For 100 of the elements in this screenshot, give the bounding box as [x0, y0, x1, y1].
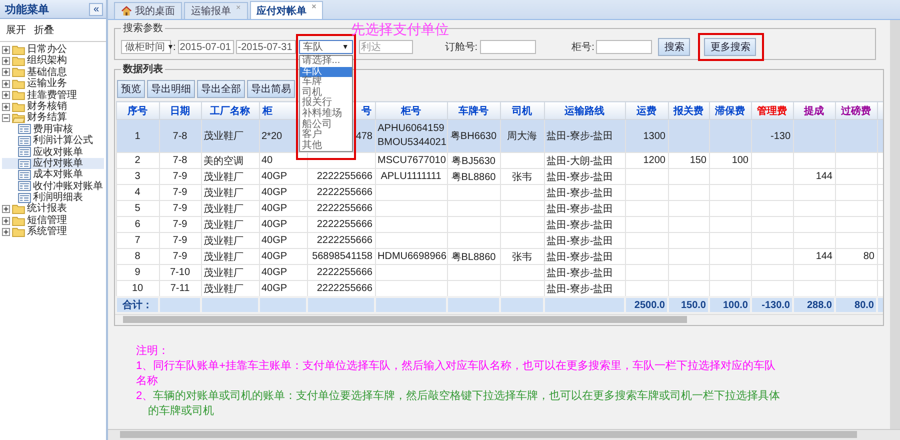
table-row[interactable]: 6 7-9 茂业鞋厂 40GP 2222255666 盐田-寮步-盐田	[116, 216, 883, 232]
column-header[interactable]: 柜号	[401, 106, 421, 116]
table-cell: 2222255666	[316, 219, 372, 230]
table-row[interactable]: 9 7-10 茂业鞋厂 40GP 2222255666 盐田-寮步-盐田	[116, 264, 883, 280]
expander-icon[interactable]	[2, 114, 10, 122]
expander-icon[interactable]	[2, 102, 10, 111]
column-header[interactable]: 柜	[262, 106, 272, 116]
form-icon	[18, 147, 31, 158]
table-cell: 盐田-大朗-盐田	[546, 156, 614, 166]
tree-item[interactable]: 短信管理	[2, 214, 104, 226]
tab[interactable]: 运输报单 ×	[184, 2, 248, 19]
folder-icon	[12, 67, 25, 78]
table-cell: 1	[134, 130, 140, 142]
collapse-button[interactable]: «	[89, 2, 103, 16]
table-row[interactable]: 3 7-9 茂业鞋厂 40GP 2222255666 APLU1111111 粤BL8860 张韦 盐田-寮步-盐田 144	[116, 168, 883, 184]
table-cell: 2*20	[262, 130, 282, 142]
toolbar-button[interactable]: 导出简易	[247, 80, 295, 98]
more-search-button[interactable]: 更多搜索	[704, 38, 756, 56]
tree-item[interactable]: 基础信息	[2, 66, 104, 78]
tree-item[interactable]: 组织架构	[2, 55, 104, 67]
tree-item[interactable]: 收付冲账对账单	[2, 180, 104, 192]
date-field[interactable]: -2015-07-31	[236, 40, 296, 54]
table-cell: 周大海	[507, 131, 537, 142]
annotation-text: 先选择支付单位	[350, 21, 449, 39]
column-header[interactable]: 号	[362, 106, 372, 116]
tree-action-link[interactable]: 展开	[6, 23, 26, 37]
horizontal-scrollbar[interactable]	[115, 314, 883, 325]
tree-item[interactable]: 费用审核	[2, 124, 104, 136]
table-row[interactable]: 2 7-8 美的空调 40 MSCU7677010 粤BJ5630 盐田-大朗-盐田 1200 150 100	[116, 152, 883, 168]
dropdown-option[interactable]: 请选择...	[300, 56, 352, 67]
tree-item[interactable]: 运输业务	[2, 78, 104, 90]
section-legend: 数据列表	[121, 62, 165, 76]
table-cell: 茂业鞋厂	[204, 131, 244, 142]
table-row[interactable]: 5 7-9 茂业鞋厂 40GP 2222255666 盐田-寮步-盐田	[116, 200, 883, 216]
tree-action-link[interactable]: 折叠	[34, 23, 54, 37]
highlight-frame	[698, 33, 764, 61]
table-cell: 7	[134, 235, 140, 246]
container-field[interactable]	[596, 40, 652, 54]
tree-item[interactable]: 挂靠费管理	[2, 90, 104, 101]
table-row[interactable]: 7 7-9 茂业鞋厂 40GP 2222255666 盐田-寮步-盐田	[116, 232, 883, 248]
tree-item[interactable]: 财务核销	[2, 100, 104, 112]
table-cell: 1300	[643, 130, 666, 142]
table-cell: 150	[690, 155, 706, 166]
table-cell: 盐田-寮步-盐田	[546, 236, 614, 246]
table-cell: 2222255666	[316, 235, 372, 246]
total-cell: 2500.0	[634, 300, 665, 310]
expander-icon[interactable]	[2, 46, 10, 54]
table-cell: 茂业鞋厂	[204, 252, 244, 262]
total-label: 合计：	[122, 300, 152, 311]
dropdown-option[interactable]: 客户	[300, 130, 352, 141]
dropdown-option[interactable]: 报关行	[300, 98, 352, 109]
tab[interactable]: 我的桌面	[114, 2, 182, 19]
expander-icon[interactable]	[2, 205, 10, 214]
tab[interactable]: 应付对帐单 ×	[250, 1, 324, 19]
dropdown-option[interactable]: 其他	[300, 140, 352, 152]
table-cell: 5	[134, 203, 140, 214]
table-cell: 2222255666	[316, 171, 372, 182]
tree-item[interactable]: 系统管理	[2, 226, 104, 238]
tree-item[interactable]: 利润明细表	[2, 192, 104, 204]
tree-item[interactable]: 应付对账单	[2, 158, 104, 170]
booking-field[interactable]	[480, 40, 536, 54]
dropdown-option[interactable]: 车牌	[300, 77, 352, 88]
table-row[interactable]: 4 7-9 茂业鞋厂 40GP 2222255666 盐田-寮步-盐田	[116, 184, 883, 200]
note-text: 1、同行车队账单+挂靠车主账单：支付单位选择车队，然后输入对应车队名称，也可以在更多搜索里，车队一栏下拉选择对应的车队名称	[136, 359, 777, 389]
table-cell: 茂业鞋厂	[204, 236, 244, 246]
table-cell: -130	[770, 130, 790, 142]
table-cell: 粤BH6630	[450, 131, 497, 142]
table-cell: 40GP	[262, 235, 288, 246]
dropdown-option[interactable]: 补料堆场	[300, 108, 352, 120]
tree-item[interactable]: 财务结算	[2, 112, 104, 124]
tree-item[interactable]: 成本对账单	[2, 169, 104, 181]
table-cell: 40GP	[262, 283, 288, 294]
table-cell: 40GP	[262, 251, 288, 262]
tree-item[interactable]: 利润计算公式	[2, 135, 104, 147]
search-button[interactable]: 搜索	[658, 38, 690, 56]
toolbar-button[interactable]: 导出全部	[197, 80, 245, 98]
expander-icon[interactable]	[2, 80, 10, 88]
expander-icon[interactable]	[2, 68, 10, 76]
date-field[interactable]: 2015-07-01	[178, 40, 234, 54]
tree-item[interactable]: 统计报表	[2, 203, 104, 215]
table-cell: 40GP	[262, 171, 288, 182]
tree-item[interactable]: 日常办公	[2, 44, 104, 56]
expander-icon[interactable]	[2, 57, 10, 66]
table-cell: 56898541158	[312, 251, 372, 262]
table-cell: 1200	[643, 155, 666, 166]
table-cell: 茂业鞋厂	[204, 268, 244, 278]
toolbar-button[interactable]: 导出明细	[147, 80, 195, 98]
table-cell: 478	[356, 130, 372, 142]
toolbar-button[interactable]: 预览	[117, 80, 145, 98]
expander-icon[interactable]	[2, 91, 10, 100]
tree-item[interactable]: 应收对账单	[2, 146, 104, 158]
horizontal-scrollbar[interactable]	[108, 429, 900, 440]
table-cell: 茂业鞋厂	[204, 204, 244, 214]
table-row[interactable]: 8 7-9 茂业鞋厂 40GP 56898541158 HDMU6698966 粤BL8860 张韦 盐田-寮步-盐田 144 80	[116, 248, 883, 264]
table-cell: 2222255666	[316, 187, 372, 198]
form-icon	[18, 192, 31, 203]
field-label: :	[173, 42, 176, 52]
expander-icon[interactable]	[2, 216, 10, 225]
folder-icon	[12, 102, 25, 112]
expander-icon[interactable]	[2, 228, 10, 236]
